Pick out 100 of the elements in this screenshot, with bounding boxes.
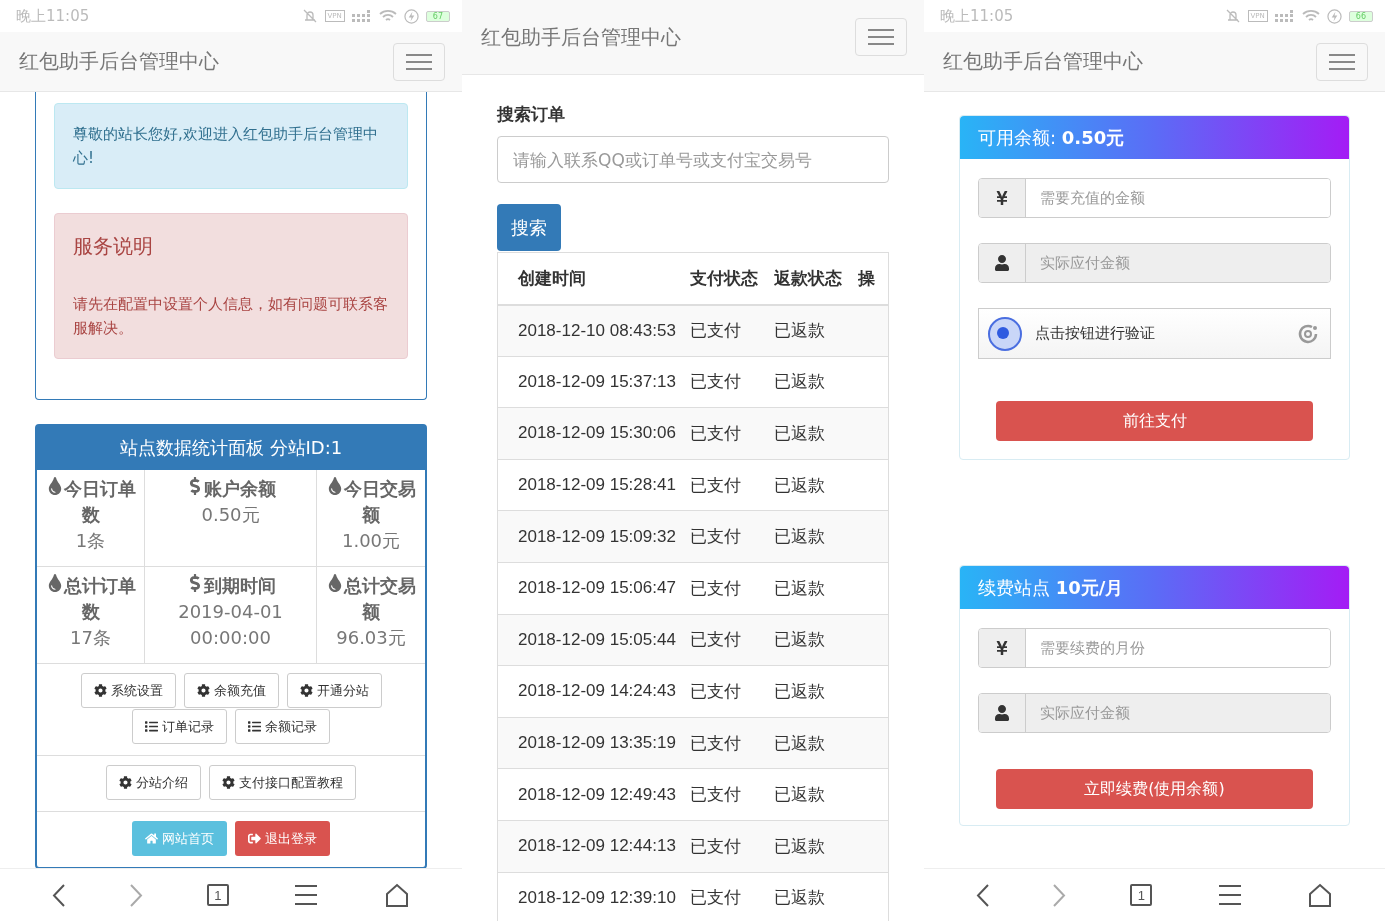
table-cell: 2018-12-10 08:43:53 — [518, 320, 676, 340]
navbar-title: 红包助手后台管理中心 — [481, 23, 681, 51]
clock: 晚上11:05 — [16, 6, 90, 26]
table-cell: 已支付 — [689, 527, 741, 547]
table-cell: 已返款 — [773, 321, 825, 341]
mute-icon — [1224, 8, 1241, 24]
notice-text: 请先在配置中设置个人信息，如有问题可联系客服解决。 — [73, 294, 389, 339]
table-cell: 已返款 — [773, 733, 825, 753]
table-cell: 2018-12-09 15:30:06 — [518, 423, 676, 443]
table-cell: 已返款 — [773, 681, 825, 701]
submit-button[interactable]: 前往支付 — [996, 401, 1313, 441]
back-button[interactable] — [52, 883, 66, 907]
charging-icon — [403, 8, 419, 24]
card-title: 可用余额: 0.50元 — [960, 116, 1349, 159]
menu-button[interactable] — [1216, 884, 1243, 906]
table-cell: 已返款 — [773, 527, 825, 547]
table-cell: 已支付 — [689, 836, 741, 856]
stat-value: 2019-04-01 00:00:00 — [177, 600, 284, 650]
captcha-button[interactable]: 点击按钮进行验证 — [978, 308, 1331, 359]
table-cell: 已返款 — [773, 888, 825, 908]
gear-icon — [196, 684, 210, 697]
stat-label: 到期时间 — [185, 573, 276, 599]
table-cell: 已支付 — [689, 372, 741, 392]
table-cell: 2018-12-09 15:37:13 — [518, 371, 676, 391]
wifi-icon — [1301, 9, 1320, 23]
input-field[interactable]: 需要充值的金额 — [978, 178, 1331, 218]
navbar-title: 红包助手后台管理中心 — [943, 48, 1143, 75]
signal-icon — [351, 10, 372, 22]
table-cell: 已返款 — [773, 836, 825, 856]
signal-icon — [1274, 10, 1295, 22]
table-cell: 已返款 — [773, 424, 825, 443]
table-cell: 已支付 — [689, 424, 741, 443]
search-label: 搜索订单 — [497, 103, 566, 126]
house-icon — [145, 832, 158, 845]
notice-title: 服务说明 — [73, 234, 154, 258]
stat-value: 17条 — [70, 626, 111, 650]
table-cell: 已支付 — [689, 630, 741, 650]
action-button[interactable]: 分站介绍 — [106, 765, 201, 800]
back-button[interactable] — [976, 883, 990, 907]
clock: 晚上11:05 — [940, 6, 1014, 26]
mute-icon — [301, 8, 318, 24]
table-cell: 已返款 — [773, 578, 825, 598]
search-field[interactable]: 请输入联系QQ或订单号或支付宝交易号 — [497, 136, 889, 183]
house-icon — [1306, 882, 1333, 908]
action-button[interactable]: 开通分站 — [286, 673, 382, 708]
user-icon — [994, 255, 1010, 271]
stat-label: 总计订单数 — [41, 573, 140, 625]
input-field[interactable]: 需要续费的月份 — [978, 628, 1331, 668]
gear-icon — [299, 684, 313, 697]
stat-value: 96.03元 — [336, 626, 406, 650]
panel-title: 站点数据统计面板 分站ID:1 — [37, 426, 425, 470]
tabs-button[interactable]: 1 — [1130, 884, 1153, 906]
stat-label: 账户余额 — [185, 476, 276, 502]
drop-icon — [326, 477, 344, 495]
column-header: 返款状态 — [773, 267, 842, 288]
table-cell: 2018-12-09 12:44:13 — [518, 836, 676, 856]
submit-button[interactable]: 立即续费(使用余额) — [996, 769, 1313, 809]
charging-icon — [1326, 8, 1342, 24]
chevron-left-icon — [976, 883, 990, 907]
table-cell: 已支付 — [689, 888, 741, 908]
table-cell: 已支付 — [689, 321, 741, 341]
tabs-button[interactable]: 1 — [206, 884, 229, 906]
yen-icon — [994, 640, 1010, 656]
action-button[interactable]: 退出登录 — [235, 821, 330, 856]
battery-level: 66 — [1348, 10, 1373, 22]
column-header: 操 — [857, 267, 875, 288]
wifi-icon — [378, 9, 397, 23]
table-cell: 已返款 — [773, 630, 825, 650]
table-cell: 2018-12-09 13:35:19 — [518, 733, 676, 753]
gear-icon — [119, 776, 132, 789]
user-icon — [994, 705, 1010, 721]
drop-icon — [326, 574, 344, 592]
action-button[interactable]: 订单记录 — [132, 709, 227, 744]
table-cell: 2018-12-09 12:39:10 — [518, 887, 676, 907]
action-button[interactable]: 支付接口配置教程 — [209, 765, 356, 800]
stat-label: 今日交易额 — [321, 476, 421, 528]
column-header: 支付状态 — [689, 267, 758, 288]
action-button[interactable]: 系统设置 — [80, 673, 176, 708]
table-cell: 2018-12-09 12:49:43 — [518, 784, 676, 804]
table-cell: 2018-12-09 15:06:47 — [518, 578, 676, 598]
yen-icon — [994, 190, 1010, 206]
home-button[interactable] — [1306, 882, 1333, 908]
chevron-left-icon — [52, 883, 66, 907]
stat-label: 总计交易额 — [321, 573, 421, 625]
home-button[interactable] — [383, 882, 410, 908]
table-cell: 2018-12-09 15:05:44 — [518, 629, 676, 649]
welcome-alert: 尊敬的站长您好,欢迎进入红包助手后台管理中心! — [54, 103, 408, 189]
table-cell: 已支付 — [689, 785, 741, 805]
table-cell: 已支付 — [689, 578, 741, 598]
menu-icon — [1216, 884, 1243, 906]
table-cell: 已返款 — [773, 475, 825, 495]
stat-label: 今日订单数 — [41, 476, 140, 528]
action-button[interactable]: 余额记录 — [235, 709, 330, 744]
action-button[interactable]: 余额充值 — [183, 673, 279, 708]
search-button[interactable]: 搜索 — [497, 204, 561, 251]
table-cell: 已支付 — [689, 475, 741, 495]
gear-icon — [93, 684, 107, 697]
column-header: 创建时间 — [518, 267, 586, 288]
menu-button[interactable] — [293, 884, 320, 906]
table-cell: 已支付 — [689, 681, 741, 701]
